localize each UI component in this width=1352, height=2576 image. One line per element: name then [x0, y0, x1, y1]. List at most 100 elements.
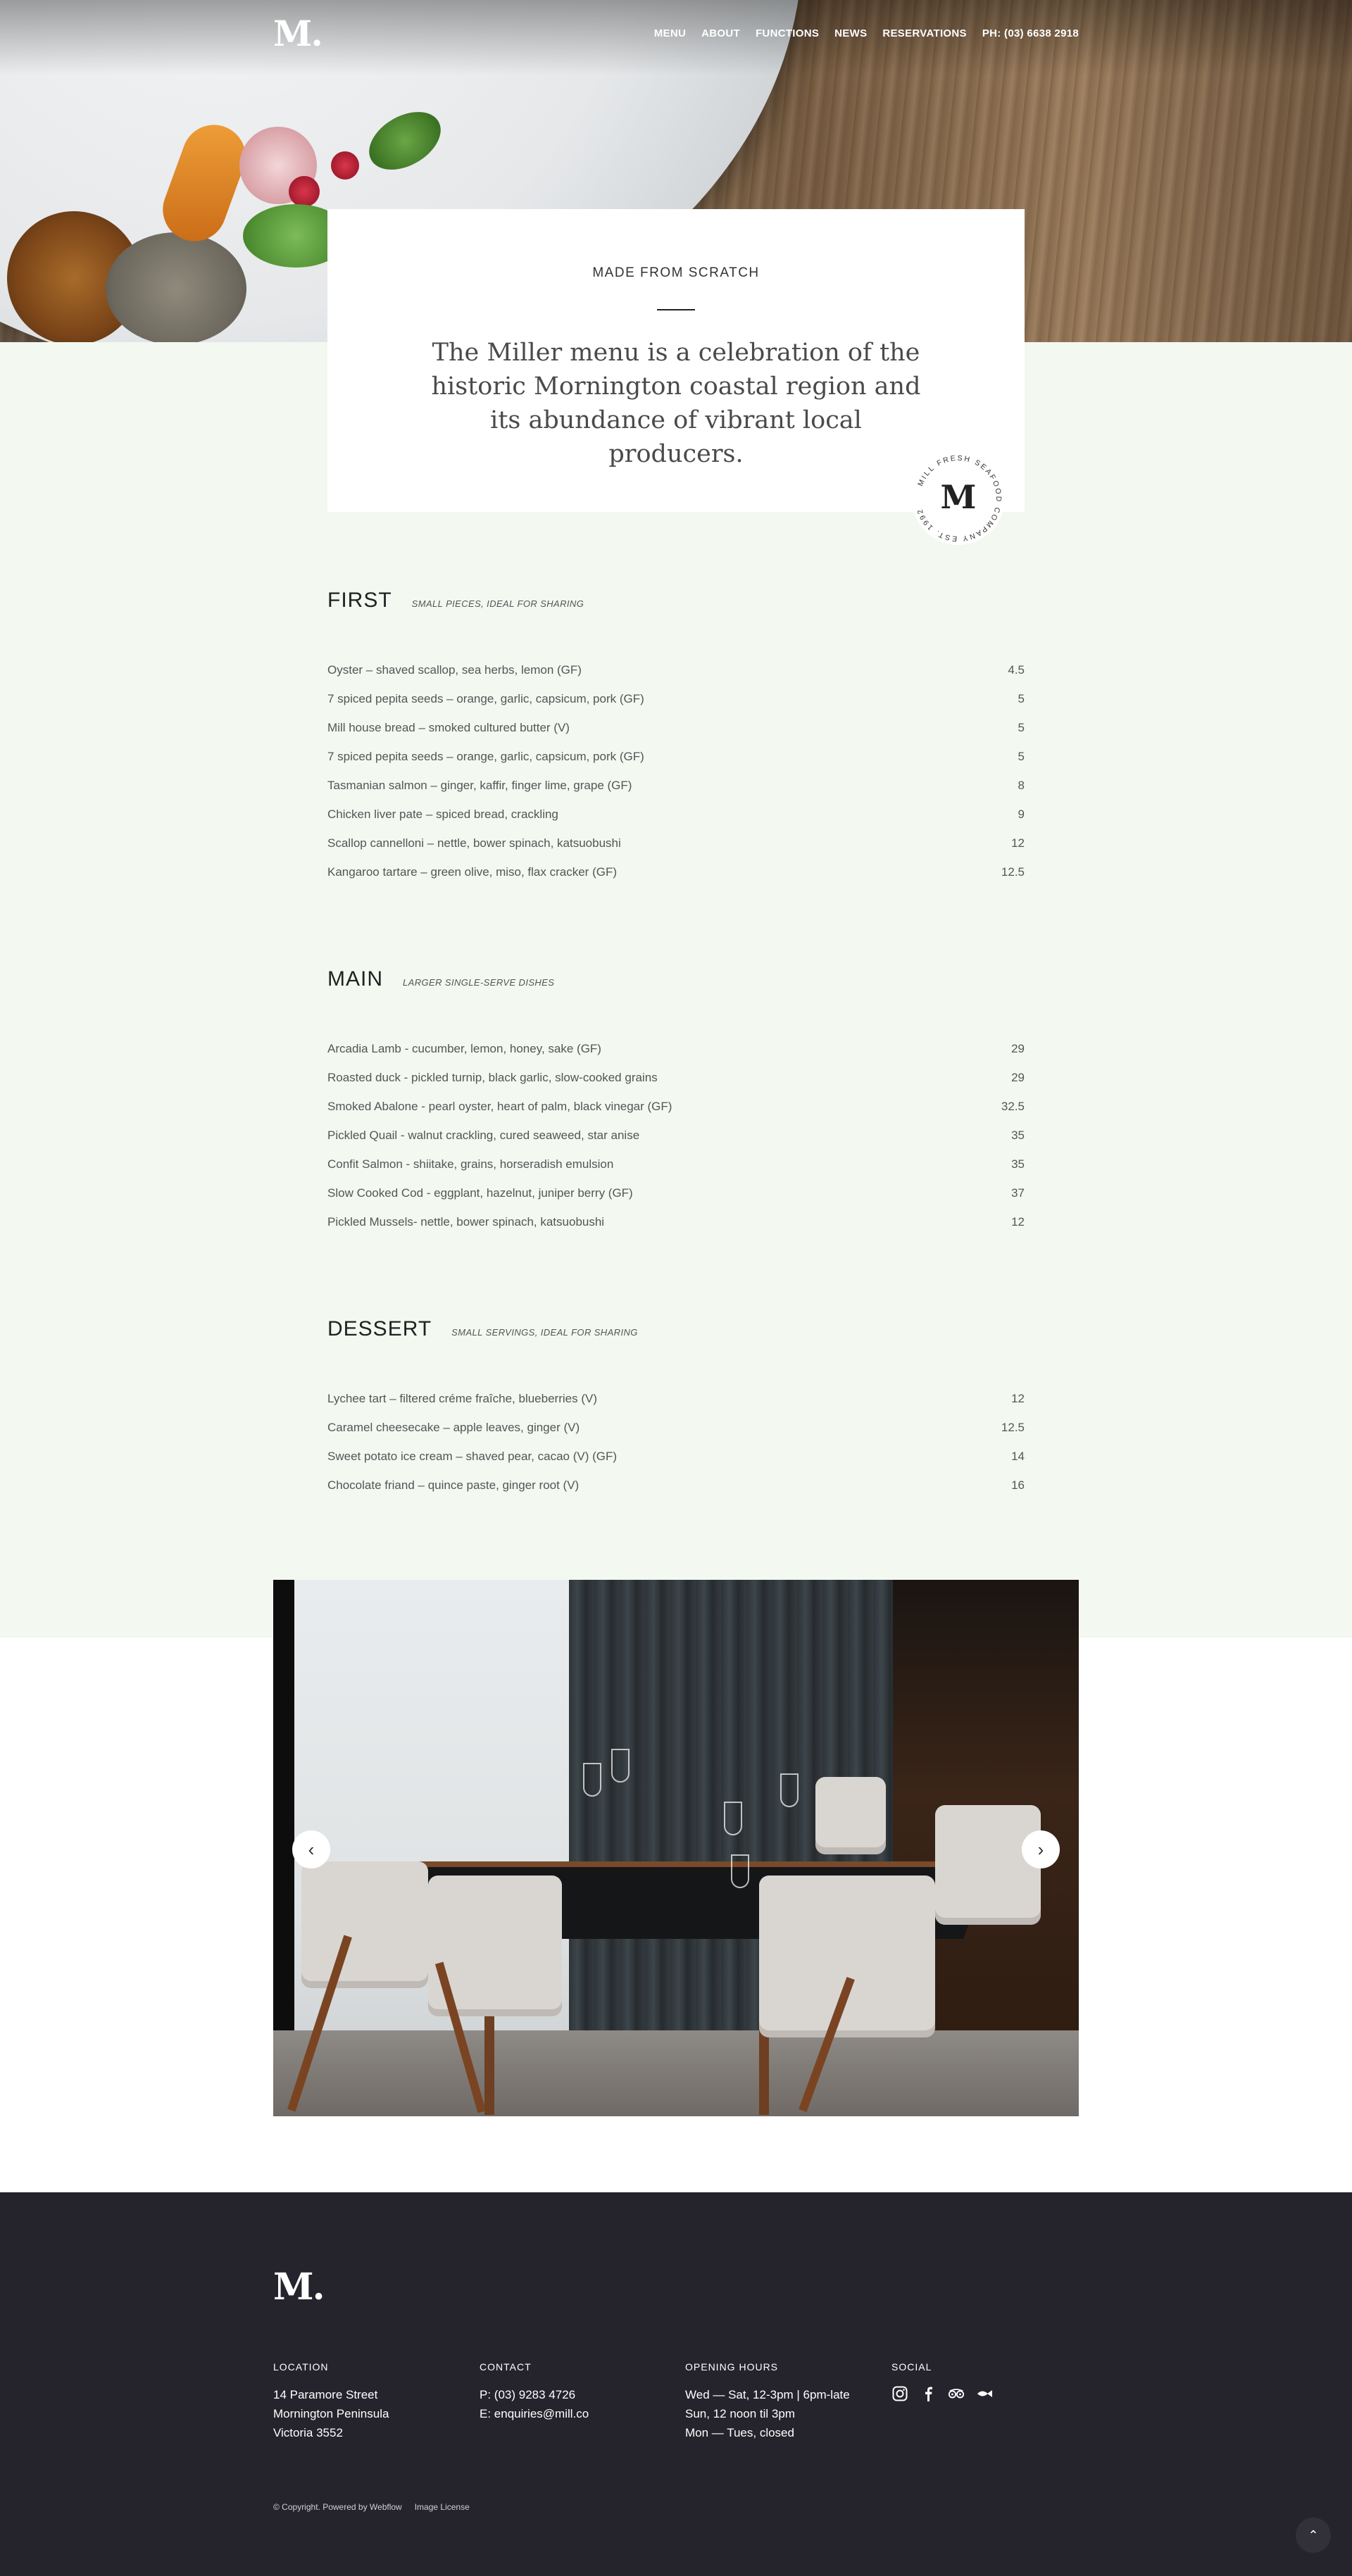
menu-item-name: Caramel cheesecake – apple leaves, ginge…: [327, 1421, 580, 1434]
menu-item: Pickled Mussels- nettle, bower spinach, …: [327, 1215, 1025, 1244]
nav-link-about[interactable]: ABOUT: [701, 27, 740, 39]
menu-item-price: 37: [1011, 1186, 1025, 1200]
menu-item-name: Smoked Abalone - pearl oyster, heart of …: [327, 1100, 672, 1113]
instagram-icon[interactable]: [891, 2385, 908, 2402]
nav-links: MENU ABOUT FUNCTIONS NEWS RESERVATIONS P…: [654, 27, 1079, 39]
hours-line: Mon — Tues, closed: [685, 2426, 794, 2439]
menu-item-price: 29: [1011, 1071, 1025, 1084]
footer: M. LOCATION 14 Paramore Street Morningto…: [0, 2192, 1352, 2576]
facebook-icon[interactable]: [920, 2385, 937, 2402]
wine-glass: [583, 1763, 601, 1797]
email-prefix: E:: [480, 2407, 494, 2420]
menu-item: Mill house bread – smoked cultured butte…: [327, 721, 1025, 750]
menu-item: Chicken liver pate – spiced bread, crack…: [327, 808, 1025, 836]
badge-letter: M: [941, 478, 977, 516]
gallery-slider: ‹ ›: [273, 1580, 1079, 2116]
gallery-prev-button[interactable]: ‹: [292, 1830, 330, 1868]
menu-item: Confit Salmon - shiitake, grains, horser…: [327, 1157, 1025, 1186]
address-line: 14 Paramore Street: [273, 2388, 378, 2401]
contact-email-link[interactable]: enquiries@mill.co: [494, 2407, 589, 2420]
menu-item-price: 12: [1011, 1392, 1025, 1405]
nav-link-functions[interactable]: FUNCTIONS: [756, 27, 819, 39]
menu-item-name: 7 spiced pepita seeds – orange, garlic, …: [327, 750, 644, 763]
fish-icon[interactable]: [976, 2385, 993, 2402]
footer-social-title: SOCIAL: [891, 2361, 932, 2373]
menu-item: Sweet potato ice cream – shaved pear, ca…: [327, 1450, 1025, 1478]
menu-item-name: 7 spiced pepita seeds – orange, garlic, …: [327, 692, 644, 705]
menu-first: FIRST SMALL PIECES, IDEAL FOR SHARING Oy…: [327, 589, 1025, 894]
menu-item-name: Chocolate friand – quince paste, ginger …: [327, 1478, 580, 1492]
hours-line: Sun, 12 noon til 3pm: [685, 2407, 795, 2420]
address-line: Victoria 3552: [273, 2426, 343, 2439]
tripadvisor-icon[interactable]: [948, 2385, 965, 2402]
chair: [759, 1876, 935, 2037]
menu-item: Pickled Quail - walnut crackling, cured …: [327, 1129, 1025, 1157]
menu-list: Arcadia Lamb - cucumber, lemon, honey, s…: [327, 1042, 1025, 1244]
menu-item-name: Tasmanian salmon – ginger, kaffir, finge…: [327, 779, 632, 792]
menu-item-price: 16: [1011, 1478, 1025, 1492]
nav-link-news[interactable]: NEWS: [834, 27, 867, 39]
menu-list: Lychee tart – filtered créme fraîche, bl…: [327, 1392, 1025, 1507]
footer-hours-title: OPENING HOURS: [685, 2361, 779, 2373]
menu-item-name: Arcadia Lamb - cucumber, lemon, honey, s…: [327, 1042, 601, 1055]
chevron-right-icon: ›: [1037, 1838, 1044, 1860]
menu-subtitle: LARGER SINGLE-SERVE DISHES: [403, 977, 555, 988]
back-to-top-button[interactable]: ⌃: [1296, 2518, 1331, 2553]
nav-link-phone[interactable]: PH: (03) 6638 2918: [982, 27, 1079, 39]
top-navigation: M. MENU ABOUT FUNCTIONS NEWS RESERVATION…: [273, 13, 1079, 54]
nav-link-menu[interactable]: MENU: [654, 27, 686, 39]
menu-item-name: Confit Salmon - shiitake, grains, horser…: [327, 1157, 614, 1171]
menu-title: DESSERT: [327, 1317, 432, 1340]
menu-item-price: 5: [1018, 750, 1025, 763]
menu-item-price: 9: [1018, 808, 1025, 821]
menu-item-price: 14: [1011, 1450, 1025, 1463]
menu-item-name: Lychee tart – filtered créme fraîche, bl…: [327, 1392, 597, 1405]
chair: [935, 1805, 1041, 1925]
wine-glass: [611, 1749, 630, 1783]
image-license-link[interactable]: Image License: [415, 2502, 470, 2512]
menu-item-price: 32.5: [1001, 1100, 1025, 1113]
menu-item: Slow Cooked Cod - eggplant, hazelnut, ju…: [327, 1186, 1025, 1215]
chevron-left-icon: ‹: [308, 1838, 315, 1860]
footer-logo[interactable]: M.: [273, 2266, 325, 2308]
menu-main: MAIN LARGER SINGLE-SERVE DISHES Arcadia …: [327, 967, 1025, 1244]
menu-item-name: Sweet potato ice cream – shaved pear, ca…: [327, 1450, 618, 1463]
menu-item: Roasted duck - pickled turnip, black gar…: [327, 1071, 1025, 1100]
menu-item: Lychee tart – filtered créme fraîche, bl…: [327, 1392, 1025, 1421]
menu-item: Smoked Abalone - pearl oyster, heart of …: [327, 1100, 1025, 1129]
menu-item-name: Pickled Quail - walnut crackling, cured …: [327, 1129, 640, 1142]
footer-contact: CONTACT P: (03) 9283 4726 E: enquiries@m…: [480, 2361, 677, 2423]
nav-link-reservations[interactable]: RESERVATIONS: [882, 27, 966, 39]
chair: [815, 1777, 886, 1854]
menu-item-price: 8: [1018, 779, 1025, 792]
copyright-bar: © Copyright. Powered by Webflow Image Li…: [273, 2502, 470, 2512]
menu-dessert: DESSERT SMALL SERVINGS, IDEAL FOR SHARIN…: [327, 1317, 1025, 1507]
contact-phone[interactable]: P: (03) 9283 4726: [480, 2385, 677, 2404]
menu-item-name: Oyster – shaved scallop, sea herbs, lemo…: [327, 663, 582, 677]
logo[interactable]: M.: [273, 13, 323, 54]
intro-kicker: MADE FROM SCRATCH: [592, 265, 760, 280]
footer-social: SOCIAL: [891, 2361, 1032, 2402]
menu-item-name: Scallop cannelloni – nettle, bower spina…: [327, 836, 621, 850]
menu-item: Scallop cannelloni – nettle, bower spina…: [327, 836, 1025, 865]
page: M. MENU ABOUT FUNCTIONS NEWS RESERVATION…: [0, 0, 1352, 2576]
menu-item: Arcadia Lamb - cucumber, lemon, honey, s…: [327, 1042, 1025, 1071]
hours-line: Wed — Sat, 12-3pm | 6pm-late: [685, 2388, 850, 2401]
contact-email-line: E: enquiries@mill.co: [480, 2404, 677, 2423]
footer-hours: OPENING HOURS Wed — Sat, 12-3pm | 6pm-la…: [685, 2361, 896, 2442]
menu-item: Chocolate friand – quince paste, ginger …: [327, 1478, 1025, 1507]
gallery-next-button[interactable]: ›: [1022, 1830, 1060, 1868]
menu-subtitle: SMALL PIECES, IDEAL FOR SHARING: [411, 598, 584, 609]
menu-item-price: 35: [1011, 1157, 1025, 1171]
copyright-text[interactable]: © Copyright. Powered by Webflow: [273, 2502, 402, 2512]
chair: [301, 1861, 428, 1988]
menu-subtitle: SMALL SERVINGS, IDEAL FOR SHARING: [451, 1327, 638, 1338]
intro-divider: [657, 309, 695, 310]
menu-item-name: Slow Cooked Cod - eggplant, hazelnut, ju…: [327, 1186, 633, 1200]
menu-item-price: 12: [1011, 836, 1025, 850]
menu-item-price: 12.5: [1001, 1421, 1025, 1434]
menu-item-name: Kangaroo tartare – green olive, miso, fl…: [327, 865, 617, 879]
wine-glass: [731, 1854, 749, 1888]
chevron-up-icon: ⌃: [1308, 2527, 1319, 2542]
social-links: [891, 2385, 1032, 2402]
